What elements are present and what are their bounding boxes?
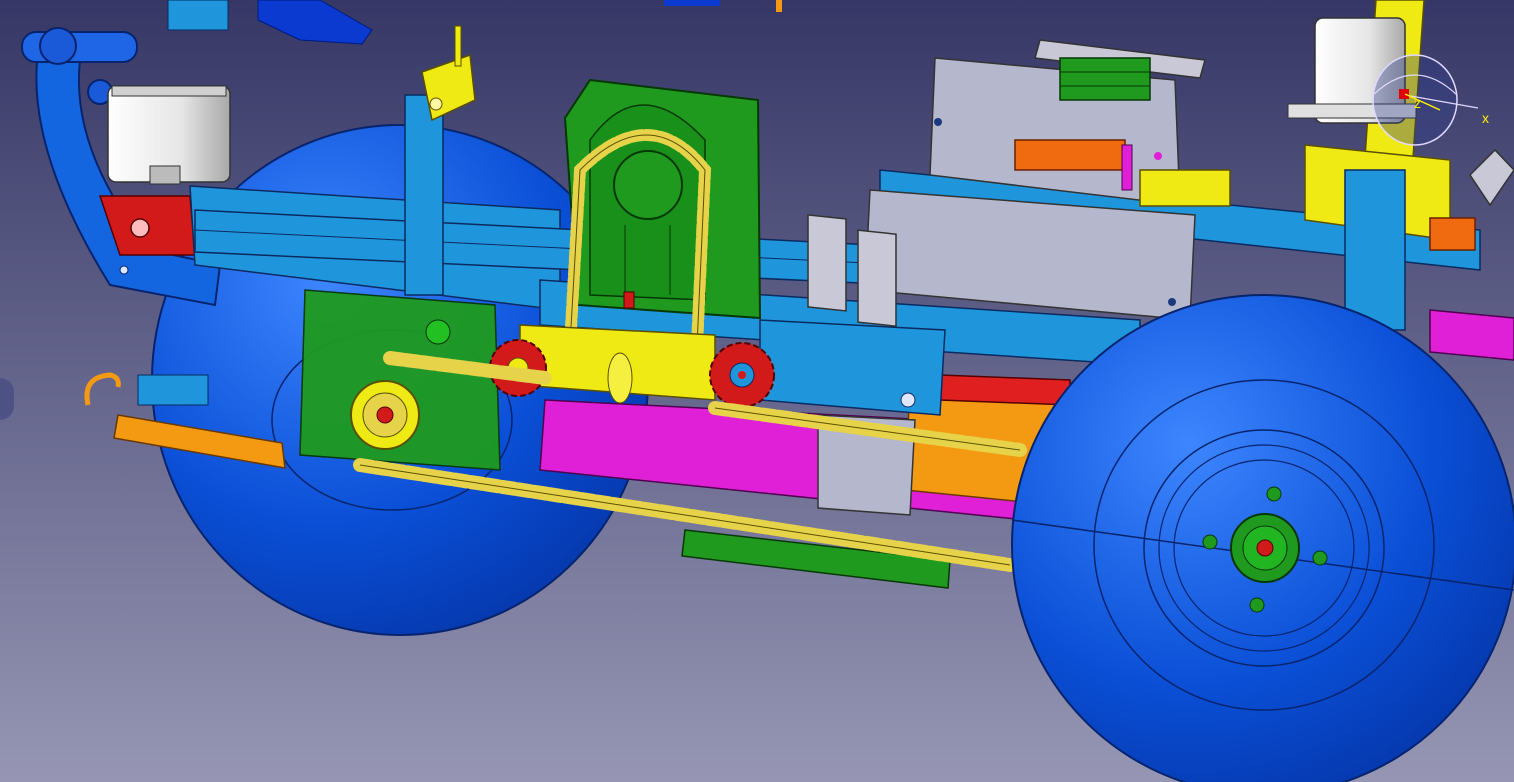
front-wheel[interactable]: [1011, 294, 1514, 782]
tractor-assembly-model[interactable]: z x: [0, 0, 1514, 782]
green-mechanism-left[interactable]: [299, 289, 501, 471]
cad-3d-viewport[interactable]: z x: [0, 0, 1514, 782]
gearbox-housing-green[interactable]: [563, 78, 762, 320]
driven-sprocket[interactable]: [709, 342, 775, 408]
axis-x-label: x: [1482, 110, 1489, 126]
axis-z-label: z: [1414, 95, 1421, 111]
hydraulic-cylinder-white-left[interactable]: [107, 85, 231, 185]
